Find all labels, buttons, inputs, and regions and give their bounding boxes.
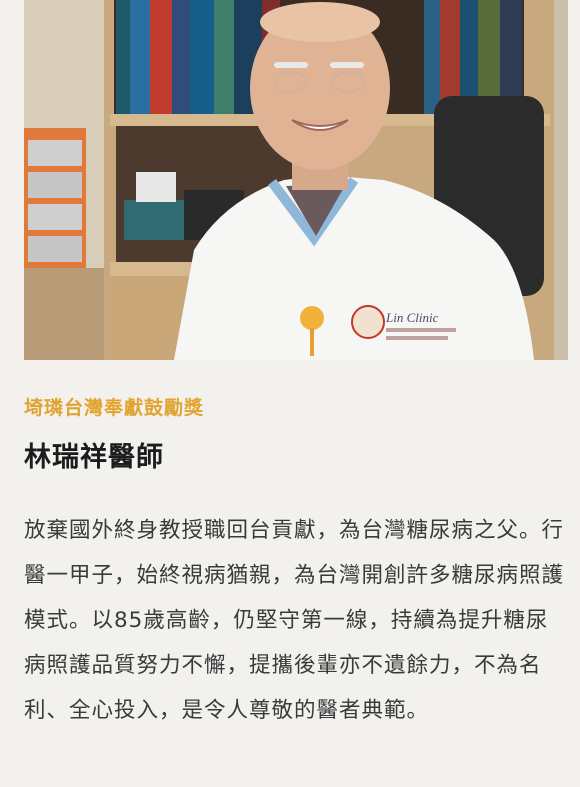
award-card: Lin Clinic 埼璘台灣奉獻鼓勵獎 林瑞祥醫師 放棄國外終身教授職回台貢獻… [0,0,580,787]
award-title: 埼璘台灣奉獻鼓勵獎 [24,397,205,419]
portrait-photo: Lin Clinic [24,0,568,360]
person-name: 林瑞祥醫師 [24,442,164,473]
description-text: 放棄國外終身教授職回台貢獻，為台灣糖尿病之父。行醫一甲子，始終視病猶親，為台灣開… [24,518,565,723]
shirt-logo-text: Lin Clinic [385,310,439,325]
